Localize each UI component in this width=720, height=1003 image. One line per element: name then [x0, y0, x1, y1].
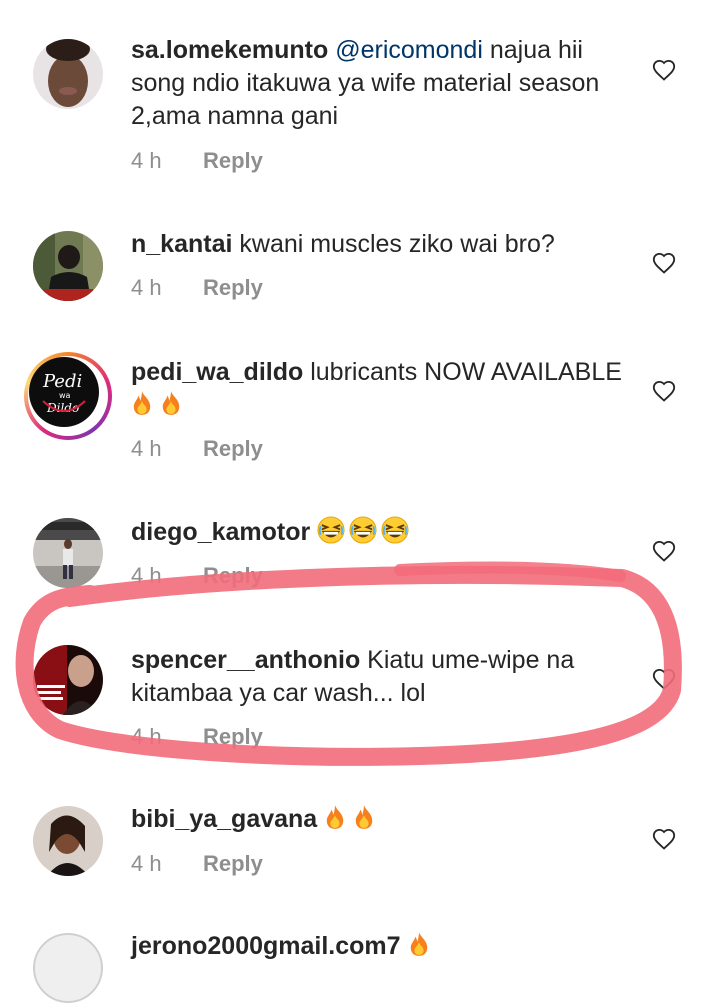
comment-text: bibi_ya_gavana — [131, 803, 631, 836]
story-ring-avatar[interactable]: Pedi wa Dildo — [24, 352, 112, 440]
comment-username[interactable]: n_kantai — [131, 230, 232, 258]
avatar[interactable] — [33, 39, 103, 109]
comment-username[interactable]: spencer__anthonio — [131, 646, 360, 674]
comment-text: pedi_wa_dildo lubricants NOW AVAILABLE — [131, 356, 631, 422]
comment-body: lubricants NOW AVAILABLE — [303, 358, 622, 386]
fire-emoji-icon — [408, 930, 430, 958]
grinning-squinting-emoji-icon — [381, 516, 409, 544]
comment-meta: 4 h Reply — [131, 148, 263, 174]
comment-text: spencer__anthonio Kiatu ume-wipe na kita… — [131, 644, 631, 710]
reply-button[interactable]: Reply — [203, 275, 263, 300]
avatar[interactable] — [33, 518, 103, 588]
comment-meta: 4 h Reply — [131, 563, 263, 589]
timestamp: 4 h — [131, 724, 162, 749]
timestamp: 4 h — [131, 563, 162, 588]
comment-meta: 4 h Reply — [131, 436, 263, 462]
fire-emoji-icon — [324, 803, 346, 831]
comment-username[interactable]: pedi_wa_dildo — [131, 358, 303, 386]
like-heart-icon[interactable] — [652, 380, 676, 402]
reply-button[interactable]: Reply — [203, 436, 263, 461]
grinning-squinting-emoji-icon — [349, 516, 377, 544]
like-heart-icon[interactable] — [652, 252, 676, 274]
like-heart-icon[interactable] — [652, 59, 676, 81]
comment-meta: 4 h Reply — [131, 724, 263, 750]
avatar[interactable] — [33, 933, 103, 1003]
comment-username[interactable]: jerono2000gmail.com7 — [131, 932, 401, 960]
reply-button[interactable]: Reply — [203, 148, 263, 173]
grinning-squinting-emoji-icon — [317, 516, 345, 544]
comment-text: n_kantai kwani muscles ziko wai bro? — [131, 228, 631, 261]
timestamp: 4 h — [131, 148, 162, 173]
comment-body: kwani muscles ziko wai bro? — [232, 230, 555, 258]
reply-button[interactable]: Reply — [203, 724, 263, 749]
comment-username[interactable]: bibi_ya_gavana — [131, 805, 317, 833]
fire-emoji-icon — [131, 389, 153, 417]
like-heart-icon[interactable] — [652, 828, 676, 850]
like-heart-icon[interactable] — [652, 668, 676, 690]
comment-text: sa.lomekemunto @ericomondi najua hii son… — [131, 34, 631, 133]
comment-meta: 4 h Reply — [131, 851, 263, 877]
timestamp: 4 h — [131, 436, 162, 461]
comment-username[interactable]: sa.lomekemunto — [131, 36, 328, 64]
reply-button[interactable]: Reply — [203, 563, 263, 588]
timestamp: 4 h — [131, 275, 162, 300]
comment-text: jerono2000gmail.com7 — [131, 930, 631, 963]
comment-text: diego_kamotor — [131, 516, 631, 549]
mention-link[interactable]: @ericomondi — [335, 36, 483, 64]
timestamp: 4 h — [131, 851, 162, 876]
reply-button[interactable]: Reply — [203, 851, 263, 876]
avatar[interactable] — [33, 645, 103, 715]
avatar-logo-text: wa — [59, 391, 71, 400]
avatar-logo-text: Pedi — [42, 371, 82, 392]
like-heart-icon[interactable] — [652, 540, 676, 562]
fire-emoji-icon — [160, 389, 182, 417]
comment-meta: 4 h Reply — [131, 275, 263, 301]
comment-username[interactable]: diego_kamotor — [131, 518, 310, 546]
avatar[interactable] — [33, 806, 103, 876]
fire-emoji-icon — [353, 803, 375, 831]
avatar[interactable] — [33, 231, 103, 301]
